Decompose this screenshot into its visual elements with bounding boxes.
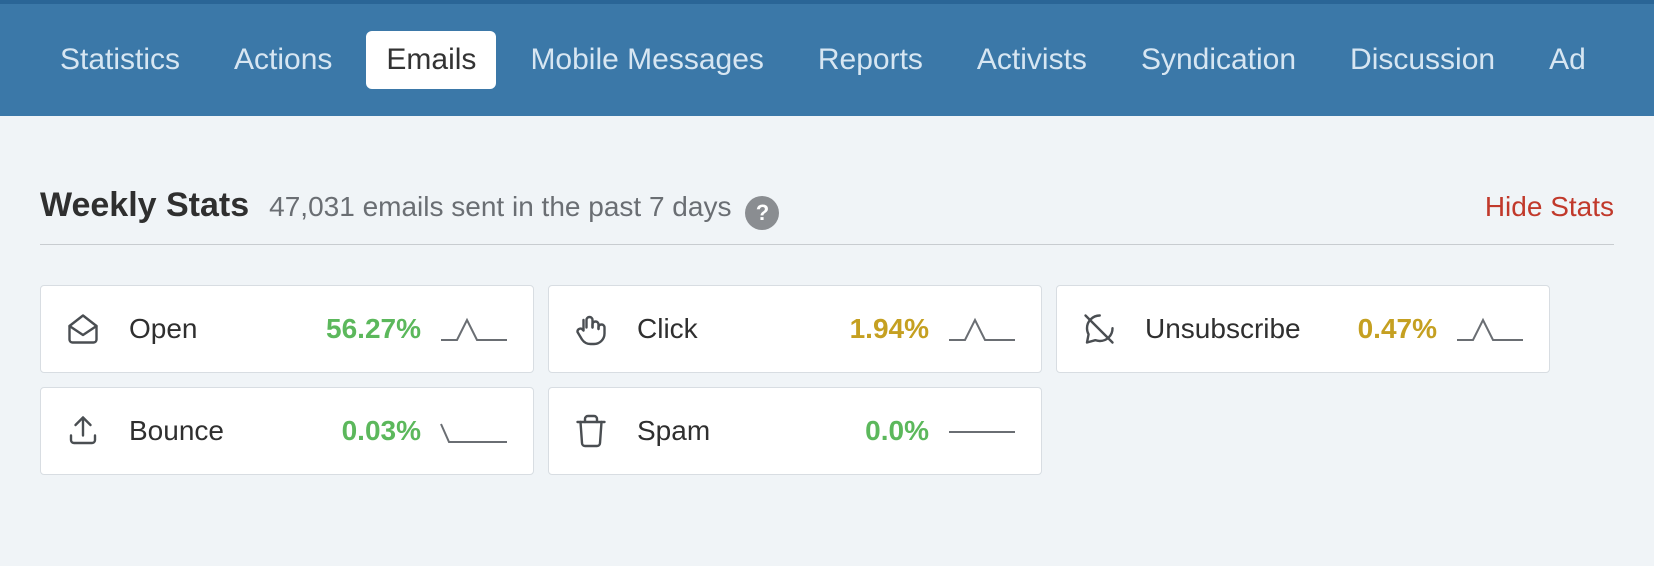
- stat-label: Open: [129, 313, 198, 345]
- arrow-up-tray-icon: [65, 413, 101, 449]
- stat-label: Bounce: [129, 415, 224, 447]
- stat-card-unsubscribe[interactable]: Unsubscribe 0.47%: [1056, 285, 1550, 373]
- stat-card-spam[interactable]: Spam 0.0%: [548, 387, 1042, 475]
- comment-slash-icon: [1081, 311, 1117, 347]
- sparkline-icon: [947, 314, 1017, 344]
- help-icon[interactable]: ?: [745, 196, 779, 230]
- stat-value: 56.27%: [326, 313, 421, 345]
- content-area: Weekly Stats 47,031 emails sent in the p…: [0, 116, 1654, 475]
- top-nav: Statistics Actions Emails Mobile Message…: [0, 0, 1654, 116]
- tab-emails[interactable]: Emails: [366, 31, 496, 89]
- stats-grid: Open 56.27% Click 1.94% Unsubscribe 0.47…: [40, 285, 1614, 475]
- hand-pointer-icon: [573, 311, 609, 347]
- stat-card-bounce[interactable]: Bounce 0.03%: [40, 387, 534, 475]
- tab-discussion[interactable]: Discussion: [1330, 31, 1515, 89]
- stat-label: Click: [637, 313, 698, 345]
- stat-value: 0.03%: [342, 415, 421, 447]
- tab-ad[interactable]: Ad: [1529, 31, 1606, 89]
- sparkline-icon: [439, 314, 509, 344]
- tab-activists[interactable]: Activists: [957, 31, 1107, 89]
- hide-stats-link[interactable]: Hide Stats: [1485, 191, 1614, 223]
- tab-mobile-messages[interactable]: Mobile Messages: [510, 31, 783, 89]
- stat-label: Unsubscribe: [1145, 313, 1301, 345]
- section-header: Weekly Stats 47,031 emails sent in the p…: [40, 186, 1614, 245]
- stat-card-open[interactable]: Open 56.27%: [40, 285, 534, 373]
- sparkline-icon: [1455, 314, 1525, 344]
- stat-value: 0.0%: [865, 415, 929, 447]
- tab-statistics[interactable]: Statistics: [40, 31, 200, 89]
- trash-icon: [573, 413, 609, 449]
- tab-reports[interactable]: Reports: [798, 31, 943, 89]
- sparkline-icon: [439, 416, 509, 446]
- sparkline-icon: [947, 416, 1017, 446]
- stat-value: 0.47%: [1358, 313, 1437, 345]
- stat-label: Spam: [637, 415, 710, 447]
- stat-value: 1.94%: [850, 313, 929, 345]
- tab-actions[interactable]: Actions: [214, 31, 352, 89]
- tab-syndication[interactable]: Syndication: [1121, 31, 1316, 89]
- section-title: Weekly Stats: [40, 186, 249, 225]
- section-subtitle: 47,031 emails sent in the past 7 days: [269, 191, 731, 223]
- envelope-open-icon: [65, 311, 101, 347]
- stat-card-click[interactable]: Click 1.94%: [548, 285, 1042, 373]
